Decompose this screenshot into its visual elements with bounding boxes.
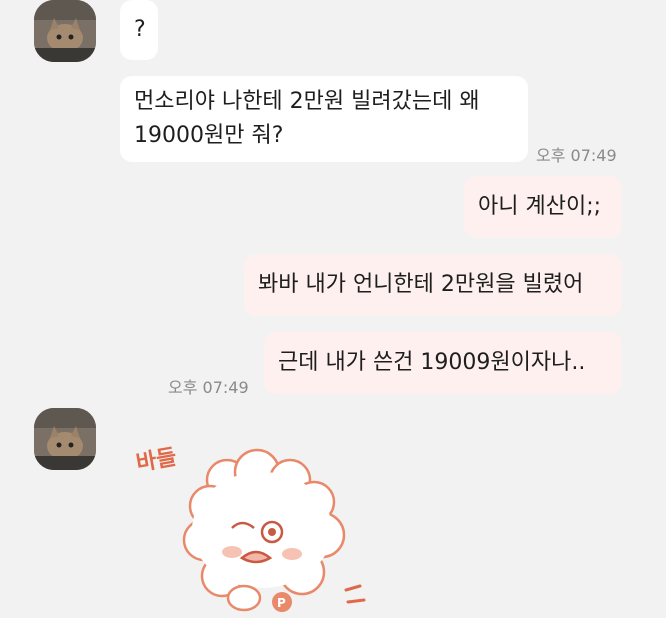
message-line: 먼소리야 나한테 2만원 빌려갔는데 왜 — [134, 89, 480, 114]
trembling-puppy-sticker-icon: 바들 P — [134, 445, 366, 612]
message-timestamp: 오후 07:49 — [536, 146, 617, 165]
sticker-caption: 바들 — [134, 445, 178, 477]
message-text: ? — [134, 17, 146, 42]
message-text: 근데 내가 쓴건 19009원이자나.. — [278, 350, 586, 375]
message-text: 봐바 내가 언니한테 2만원을 빌렸어 — [258, 272, 584, 297]
outgoing-message: 근데 내가 쓴건 19009원이자나.. — [264, 332, 622, 394]
message-text: 아니 계산이;; — [478, 194, 602, 219]
message-line: 19000원만 줘? — [134, 123, 284, 148]
incoming-message: ? — [120, 0, 158, 60]
avatar[interactable] — [34, 0, 96, 62]
message-timestamp: 오후 07:49 — [168, 378, 249, 397]
cat-avatar-icon — [34, 408, 96, 470]
incoming-message: 먼소리야 나한테 2만원 빌려갔는데 왜 19000원만 줘? — [120, 76, 528, 162]
outgoing-message: 아니 계산이;; — [464, 176, 622, 238]
cat-avatar-icon — [34, 0, 96, 62]
outgoing-message: 봐바 내가 언니한테 2만원을 빌렸어 — [244, 254, 622, 316]
sticker[interactable]: 바들 P — [132, 440, 382, 614]
avatar[interactable] — [34, 408, 96, 470]
sticker-badge: P — [277, 596, 286, 610]
